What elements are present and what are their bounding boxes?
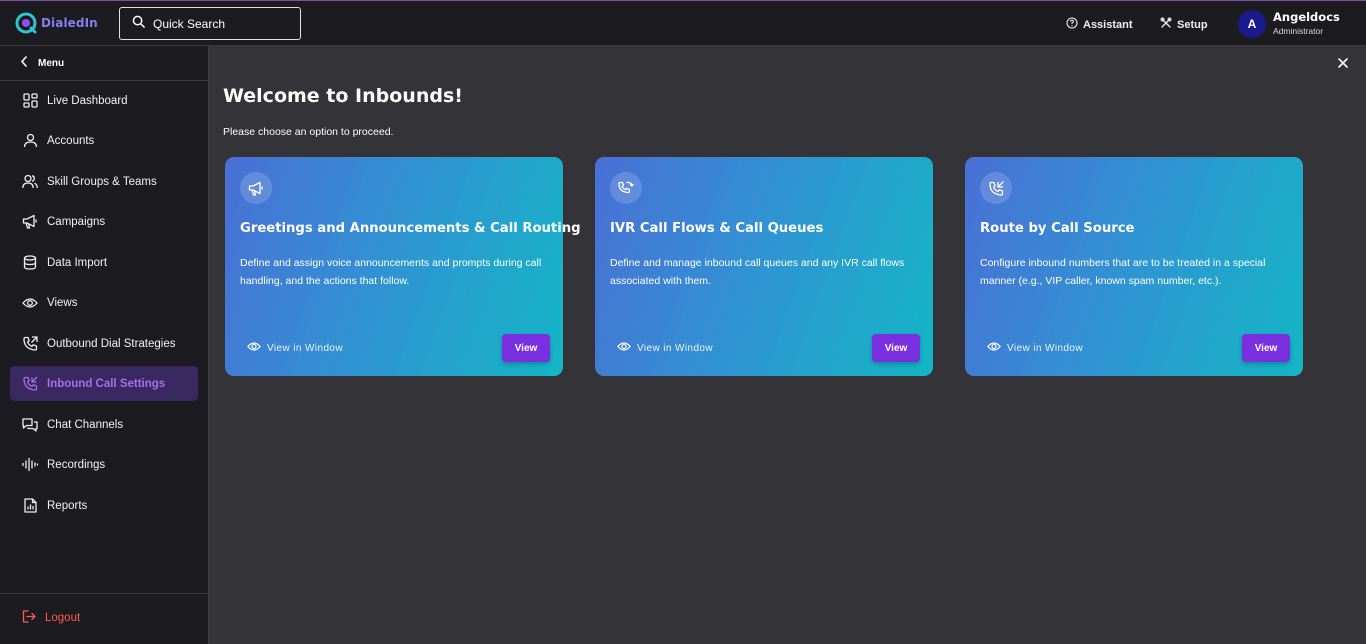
sidebar-item-label: Reports: [47, 499, 88, 512]
assistant-label: Assistant: [1083, 18, 1133, 31]
view-in-window-button[interactable]: View in Window: [617, 341, 713, 355]
option-card-ivr[interactable]: IVR Call Flows & Call Queues Define and …: [595, 157, 933, 376]
eye-icon: [247, 341, 261, 355]
card-description: Define and assign voice announcements an…: [240, 257, 542, 287]
menu-collapse-button[interactable]: Menu: [0, 46, 208, 81]
view-in-window-button[interactable]: View in Window: [987, 341, 1083, 355]
user-role: Administrator: [1273, 26, 1324, 36]
sidebar-item-label: Live Dashboard: [47, 94, 128, 107]
logo-icon: [14, 11, 38, 35]
phone-incoming-icon: [22, 376, 38, 392]
view-in-window-label: View in Window: [637, 342, 714, 354]
view-button[interactable]: View: [1242, 334, 1290, 362]
user-icon: [22, 133, 38, 149]
setup-label: Setup: [1177, 18, 1208, 31]
phone-incoming-icon: [980, 172, 1012, 204]
app-logo[interactable]: DialedIn: [14, 11, 98, 35]
page-title: Welcome to Inbounds!: [223, 85, 463, 107]
view-button[interactable]: View: [872, 334, 920, 362]
help-circle-icon: [1066, 17, 1078, 32]
search-icon: [132, 15, 145, 33]
view-in-window-label: View in Window: [267, 342, 344, 354]
sidebar-item-label: Recordings: [47, 458, 106, 471]
card-title: Route by Call Source: [980, 221, 1135, 236]
close-icon[interactable]: [1336, 56, 1350, 70]
option-card-route-by-source[interactable]: Route by Call Source Configure inbound n…: [965, 157, 1303, 376]
report-icon: [22, 498, 38, 514]
eye-icon: [987, 341, 1001, 355]
sidebar-item-label: Chat Channels: [47, 418, 124, 431]
user-name[interactable]: Angeldocs: [1273, 10, 1340, 24]
sidebar-item-label: Inbound Call Settings: [47, 377, 166, 390]
sidebar-item-recordings[interactable]: Recordings: [10, 447, 198, 482]
view-in-window-label: View in Window: [1007, 342, 1084, 354]
eye-icon: [617, 341, 631, 355]
search-label: Quick Search: [153, 16, 226, 31]
sidebar-item-label: Accounts: [47, 134, 95, 147]
sidebar-item-label: Skill Groups & Teams: [47, 175, 157, 188]
setup-button[interactable]: Setup: [1160, 17, 1208, 32]
eye-icon: [22, 295, 38, 311]
sidebar-item-label: Outbound Dial Strategies: [47, 337, 176, 350]
divider: [0, 593, 208, 594]
sidebar-item-views[interactable]: Views: [10, 285, 198, 320]
top-bar: DialedIn Quick Search Assistant Setup A …: [0, 0, 1366, 46]
app-name: DialedIn: [41, 16, 98, 30]
chevron-left-icon: [20, 56, 28, 70]
sidebar-item-reports[interactable]: Reports: [10, 488, 198, 523]
tools-icon: [1160, 17, 1172, 32]
card-title: Greetings and Announcements & Call Routi…: [240, 221, 581, 236]
chat-icon: [22, 417, 38, 433]
sidebar: Menu Live Dashboard Accounts Skill Group…: [0, 46, 209, 644]
megaphone-icon: [22, 214, 38, 230]
sidebar-item-data-import[interactable]: Data Import: [10, 245, 198, 280]
view-button[interactable]: View: [502, 334, 550, 362]
sidebar-item-inbound-call-settings[interactable]: Inbound Call Settings: [10, 366, 198, 401]
waveform-icon: [22, 457, 38, 473]
logout-label: Logout: [45, 612, 81, 624]
sidebar-item-accounts[interactable]: Accounts: [10, 123, 198, 158]
option-card-greetings[interactable]: Greetings and Announcements & Call Routi…: [225, 157, 581, 376]
logout-icon: [22, 610, 36, 626]
phone-flow-icon: [610, 172, 642, 204]
user-avatar[interactable]: A: [1238, 10, 1266, 38]
quick-search-input[interactable]: Quick Search: [119, 7, 301, 40]
menu-label: Menu: [38, 57, 65, 69]
view-in-window-button[interactable]: View in Window: [247, 341, 343, 355]
sidebar-item-campaigns[interactable]: Campaigns: [10, 204, 198, 239]
sidebar-item-label: Data Import: [47, 256, 108, 269]
megaphone-icon: [240, 172, 272, 204]
sidebar-item-skill-groups[interactable]: Skill Groups & Teams: [10, 164, 198, 199]
sidebar-item-label: Campaigns: [47, 215, 106, 228]
dashboard-icon: [22, 93, 38, 109]
phone-outgoing-icon: [22, 336, 38, 352]
logout-button[interactable]: Logout: [22, 610, 80, 626]
sidebar-item-live-dashboard[interactable]: Live Dashboard: [10, 83, 198, 118]
assistant-button[interactable]: Assistant: [1066, 17, 1133, 32]
sidebar-item-label: Views: [47, 296, 78, 309]
users-icon: [22, 174, 38, 190]
card-description: Define and manage inbound call queues an…: [610, 257, 905, 287]
database-icon: [22, 255, 38, 271]
card-title: IVR Call Flows & Call Queues: [610, 221, 824, 236]
card-description: Configure inbound numbers that are to be…: [980, 257, 1266, 287]
sidebar-item-outbound-dial-strategies[interactable]: Outbound Dial Strategies: [10, 326, 198, 361]
sidebar-item-chat-channels[interactable]: Chat Channels: [10, 407, 198, 442]
page-subtitle: Please choose an option to proceed.: [223, 126, 394, 138]
